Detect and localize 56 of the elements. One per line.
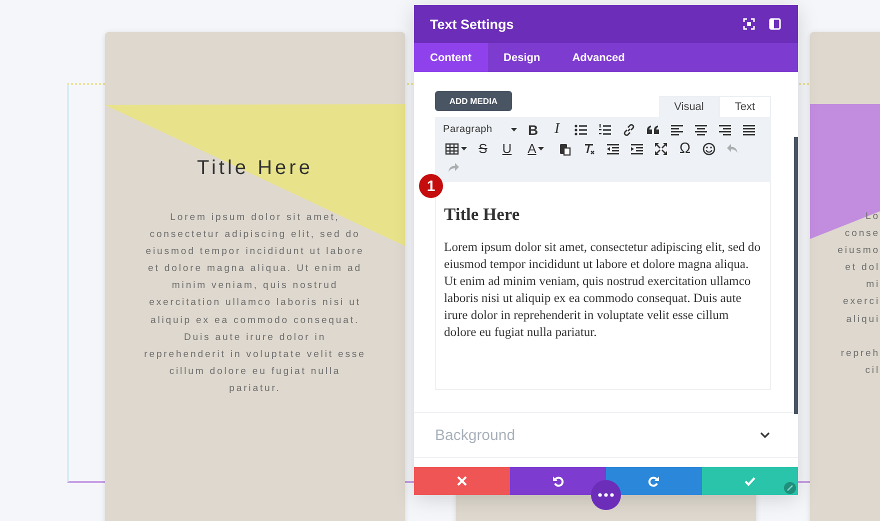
section-label: Background — [435, 426, 516, 444]
add-media-button[interactable]: ADD MEDIA — [435, 91, 512, 111]
bold-button[interactable]: B — [521, 120, 545, 139]
card-title: Title Here — [196, 157, 314, 180]
text-color-button[interactable]: A — [519, 139, 553, 158]
table-icon — [445, 142, 459, 156]
panel-tab[interactable]: Content — [414, 43, 488, 72]
quote-icon — [646, 122, 660, 136]
align-center-icon — [694, 122, 708, 136]
undo-button[interactable] — [510, 467, 606, 495]
redo-icon — [648, 475, 660, 487]
close-icon — [456, 475, 468, 487]
indent-icon — [630, 142, 644, 156]
justify-icon — [742, 122, 756, 136]
redo-button[interactable] — [606, 467, 702, 495]
caret-icon — [461, 146, 467, 150]
panel-title: Text Settings — [430, 16, 514, 32]
clear-format-icon — [582, 142, 596, 156]
caret-icon — [538, 146, 544, 150]
expand-button[interactable] — [743, 18, 755, 30]
special-character-button[interactable]: Ω — [673, 139, 697, 158]
editor-mode-tab[interactable]: Visual — [659, 96, 719, 117]
sidebar-toggle-button[interactable] — [769, 18, 781, 30]
emoji-icon — [702, 142, 716, 156]
strikethrough-button[interactable]: S — [471, 139, 495, 158]
split-view-icon — [769, 18, 781, 30]
numbered-list-icon — [598, 122, 612, 136]
underline-button[interactable]: U — [495, 139, 519, 158]
undo-icon — [552, 475, 564, 487]
card-body-text: Lorem ipsum dolor sit amet, consectetur adipiscing elit, sed do eiusmod tempor incididunt ut labore et dolore magna aliqua. Ut enim ad minim veniam, quis nostrud exercitation ullamco laboris nisi ut aliquip ex ea commodo consequat. Duis aute irure dolor in reprehenderit in voluptate velit esse cillum dolore eu fugiat nulla pariatur. — [143, 211, 367, 396]
undo-icon — [726, 142, 740, 156]
redo-icon — [446, 160, 460, 174]
outdent-icon — [606, 142, 620, 156]
italic-button[interactable]: I — [545, 120, 569, 139]
align-left-icon — [670, 122, 684, 136]
paste-icon — [558, 142, 572, 156]
link-icon — [622, 122, 636, 136]
scrollbar[interactable] — [794, 137, 798, 414]
format-dropdown[interactable]: Paragraph — [441, 120, 521, 139]
align-right-icon — [718, 122, 732, 136]
step-badge: 1 — [419, 174, 443, 198]
bullet-list-icon — [574, 122, 588, 136]
editor-paragraph: Lorem ipsum dolor sit amet, consectetur adipiscing elit, sed do eiusmod tempor incididunt ut labore et dolore magna aliqua. Ut enim ad minim veniam, quis nostrud exercitation ullamco laboris nisi ut aliquip ex ea commodo consequat. Duis aute irure dolor in reprehenderit in voluptate velit esse cillum dolore eu fugiat nulla pariatur. — [444, 239, 762, 341]
chevron-icon — [760, 432, 770, 438]
panel-tab[interactable]: Advanced — [556, 43, 641, 72]
card-body-text: repreh cil — [840, 346, 880, 378]
caret-icon — [511, 128, 517, 132]
resize-handle-icon — [784, 482, 796, 494]
check-icon — [744, 475, 756, 487]
editor-mode-tab[interactable]: Text — [719, 96, 771, 117]
panel-tab[interactable]: Design — [488, 43, 556, 72]
editor-heading: Title Here — [444, 204, 521, 225]
expand-icon — [743, 18, 755, 30]
dots-icon — [598, 493, 614, 497]
card-body-text: Lo conse eiusmo et dol mi exerci aliqui — [836, 210, 880, 327]
fullscreen-icon — [654, 142, 668, 156]
